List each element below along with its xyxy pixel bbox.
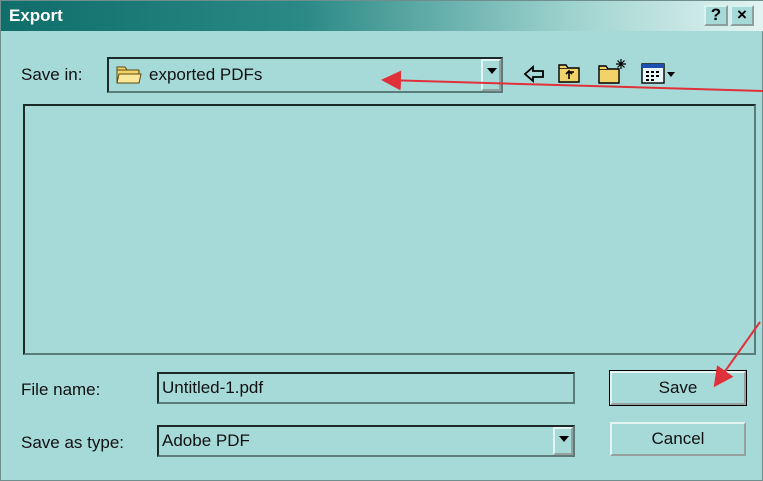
arrow-to-save-button (713, 321, 761, 388)
arrow-to-save-in (381, 70, 763, 92)
annotation-arrows (381, 70, 763, 388)
